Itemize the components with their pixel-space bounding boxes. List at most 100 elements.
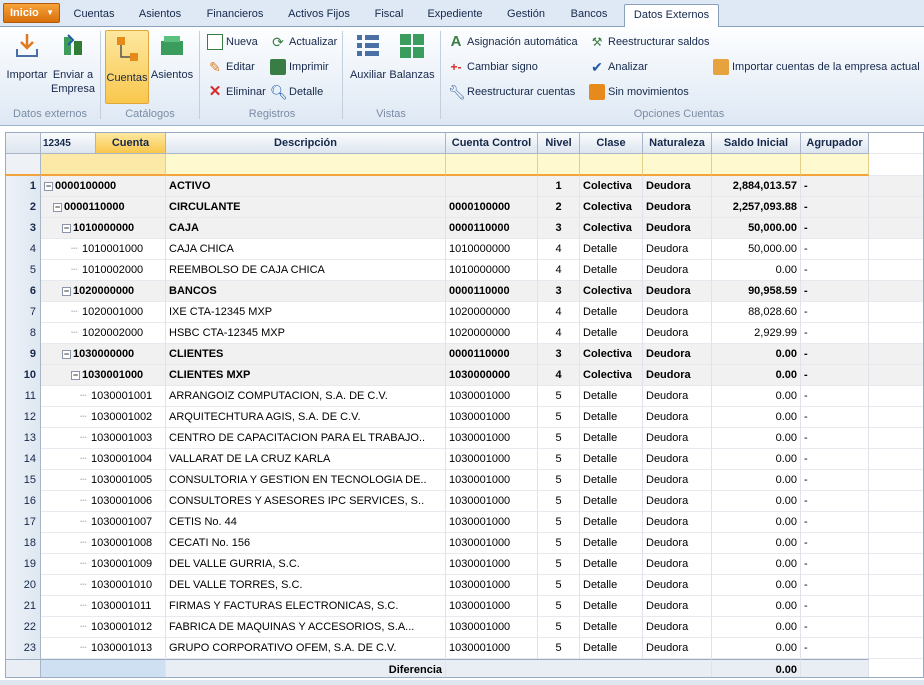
cell-saldo[interactable]: 0.00: [712, 449, 801, 470]
cell-nivel[interactable]: 5: [538, 428, 580, 449]
cell-clase[interactable]: Detalle: [580, 386, 643, 407]
cell-saldo[interactable]: 0.00: [712, 365, 801, 386]
cell-desc[interactable]: ARRANGOIZ COMPUTACION, S.A. DE C.V.: [166, 386, 446, 407]
tab-asientos[interactable]: Asientos: [128, 4, 192, 27]
cell-nivel[interactable]: 5: [538, 533, 580, 554]
start-menu-button[interactable]: Inicio ▼: [3, 3, 60, 23]
cell-saldo[interactable]: 50,000.00: [712, 218, 801, 239]
cell-nat[interactable]: Deudora: [643, 449, 712, 470]
cell-cuenta[interactable]: ┄ 1030001007: [41, 512, 166, 533]
cell-nivel[interactable]: 5: [538, 407, 580, 428]
cell-control[interactable]: 1030001000: [446, 512, 538, 533]
editar-button[interactable]: ✎ Editar: [207, 58, 255, 78]
filter-cuenta-control[interactable]: [446, 154, 538, 176]
cell-cuenta[interactable]: −1020000000: [41, 281, 166, 302]
cell-nat[interactable]: Deudora: [643, 176, 712, 197]
cell-cuenta[interactable]: ┄ 1030001001: [41, 386, 166, 407]
cell-control[interactable]: 1030001000: [446, 638, 538, 659]
cell-agr[interactable]: -: [801, 239, 869, 260]
table-row[interactable]: 2−0000110000 CIRCULANTE 0000100000 2 Colecti…: [6, 197, 923, 218]
cell-saldo[interactable]: 2,929.99: [712, 323, 801, 344]
cell-control[interactable]: 1030001000: [446, 470, 538, 491]
table-row[interactable]: 22 ┄ 1030001012 FABRICA DE MAQUINAS Y ACCES…: [6, 617, 923, 638]
table-row[interactable]: 16 ┄ 1030001006 CONSULTORES Y ASESORES IPC …: [6, 491, 923, 512]
cell-nivel[interactable]: 5: [538, 512, 580, 533]
column-header-clase[interactable]: Clase: [580, 133, 643, 154]
cell-nat[interactable]: Deudora: [643, 407, 712, 428]
cell-cuenta[interactable]: −1030001000: [41, 365, 166, 386]
cell-nat[interactable]: Deudora: [643, 218, 712, 239]
table-row[interactable]: 7 ┄ 1020001000 IXE CTA-12345 MXP 1020000000 4…: [6, 302, 923, 323]
filter-row[interactable]: [6, 154, 923, 176]
tab-expediente[interactable]: Expediente: [420, 4, 490, 27]
table-row[interactable]: 19 ┄ 1030001009 DEL VALLE GURRIA, S.C. 10300…: [6, 554, 923, 575]
cell-desc[interactable]: CIRCULANTE: [166, 197, 446, 218]
tab-activos-fijos[interactable]: Activos Fijos: [278, 4, 360, 27]
cell-saldo[interactable]: 0.00: [712, 470, 801, 491]
table-row[interactable]: 12 ┄ 1030001002 ARQUITECHTURA AGIS, S.A. DE…: [6, 407, 923, 428]
cell-nivel[interactable]: 3: [538, 344, 580, 365]
cell-clase[interactable]: Detalle: [580, 323, 643, 344]
filter-agrupador[interactable]: [801, 154, 869, 176]
table-row[interactable]: 15 ┄ 1030001005 CONSULTORIA Y GESTION EN TE…: [6, 470, 923, 491]
collapse-node-icon[interactable]: −: [62, 349, 71, 359]
cell-saldo[interactable]: 0.00: [712, 638, 801, 659]
cell-saldo[interactable]: 0.00: [712, 344, 801, 365]
cell-clase[interactable]: Detalle: [580, 575, 643, 596]
column-header-cuenta[interactable]: Cuenta: [96, 133, 166, 154]
cell-agr[interactable]: -: [801, 512, 869, 533]
cell-desc[interactable]: FABRICA DE MAQUINAS Y ACCESORIOS, S.A...: [166, 617, 446, 638]
cell-nat[interactable]: Deudora: [643, 470, 712, 491]
table-row[interactable]: 20 ┄ 1030001010 DEL VALLE TORRES, S.C. 10300…: [6, 575, 923, 596]
table-row[interactable]: 18 ┄ 1030001008 CECATI No. 156 1030001000 5 De…: [6, 533, 923, 554]
cell-control[interactable]: 1030001000: [446, 533, 538, 554]
cell-saldo[interactable]: 0.00: [712, 260, 801, 281]
cell-nat[interactable]: Deudora: [643, 428, 712, 449]
table-row[interactable]: 10−1030001000 CLIENTES MXP 1030000000 4 Cole…: [6, 365, 923, 386]
filter-descripcion[interactable]: [166, 154, 446, 176]
cell-control[interactable]: 1030001000: [446, 407, 538, 428]
cell-control[interactable]: 0000110000: [446, 218, 538, 239]
table-row[interactable]: 14 ┄ 1030001004 VALLARAT DE LA CRUZ KARLA 10…: [6, 449, 923, 470]
table-row[interactable]: 11 ┄ 1030001001 ARRANGOIZ COMPUTACION, S.A.…: [6, 386, 923, 407]
cell-clase[interactable]: Detalle: [580, 428, 643, 449]
filter-naturaleza[interactable]: [643, 154, 712, 176]
cell-saldo[interactable]: 2,257,093.88: [712, 197, 801, 218]
cell-control[interactable]: 1030001000: [446, 596, 538, 617]
cell-agr[interactable]: -: [801, 470, 869, 491]
column-header-naturaleza[interactable]: Naturaleza: [643, 133, 712, 154]
eliminar-button[interactable]: ✕ Eliminar: [207, 83, 266, 103]
cell-control[interactable]: 1030001000: [446, 491, 538, 512]
cell-clase[interactable]: Detalle: [580, 596, 643, 617]
column-header-nivel[interactable]: Nivel: [538, 133, 580, 154]
cell-cuenta[interactable]: ┄ 1030001006: [41, 491, 166, 512]
cell-nat[interactable]: Deudora: [643, 302, 712, 323]
auxiliar-button[interactable]: Auxiliar: [348, 31, 388, 99]
cell-desc[interactable]: CAJA CHICA: [166, 239, 446, 260]
grid-corner[interactable]: [6, 133, 41, 154]
balanzas-button[interactable]: Balanzas: [389, 31, 435, 99]
cell-nat[interactable]: Deudora: [643, 197, 712, 218]
cell-nivel[interactable]: 4: [538, 239, 580, 260]
cell-saldo[interactable]: 50,000.00: [712, 239, 801, 260]
cell-control[interactable]: 1010000000: [446, 260, 538, 281]
cell-clase[interactable]: Detalle: [580, 638, 643, 659]
cell-clase[interactable]: Colectiva: [580, 344, 643, 365]
cell-cuenta[interactable]: −1030000000: [41, 344, 166, 365]
cell-agr[interactable]: -: [801, 491, 869, 512]
cell-control[interactable]: 1020000000: [446, 323, 538, 344]
table-row[interactable]: 13 ┄ 1030001003 CENTRO DE CAPACITACION PARA…: [6, 428, 923, 449]
cell-clase[interactable]: Detalle: [580, 449, 643, 470]
cell-control[interactable]: 1030001000: [446, 575, 538, 596]
cell-control[interactable]: 1020000000: [446, 302, 538, 323]
cell-agr[interactable]: -: [801, 365, 869, 386]
cell-saldo[interactable]: 0.00: [712, 554, 801, 575]
importar-cuentas-empresa-button[interactable]: Importar cuentas de la empresa actual: [713, 58, 920, 78]
cell-saldo[interactable]: 0.00: [712, 596, 801, 617]
cell-cuenta[interactable]: ┄ 1030001010: [41, 575, 166, 596]
analizar-button[interactable]: ✔ Analizar: [589, 58, 648, 78]
cell-clase[interactable]: Detalle: [580, 554, 643, 575]
cell-nat[interactable]: Deudora: [643, 281, 712, 302]
cell-nivel[interactable]: 2: [538, 197, 580, 218]
cell-desc[interactable]: CAJA: [166, 218, 446, 239]
